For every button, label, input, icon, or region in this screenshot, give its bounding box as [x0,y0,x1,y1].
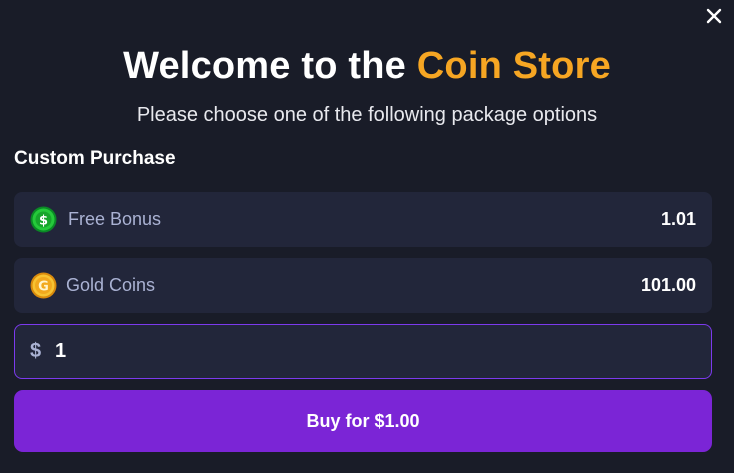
close-icon [706,8,722,24]
title-accent: Coin Store [416,45,611,87]
section-title-custom-purchase: Custom Purchase [14,148,176,169]
amount-field[interactable]: $ [14,324,712,379]
page-title: Welcome to the Coin Store [0,40,734,92]
title-prefix: Welcome to the [123,45,417,87]
svg-text:$: $ [39,214,48,229]
buy-button[interactable]: Buy for $1.00 [14,390,712,452]
package-row-gold-coins: G Gold Coins 101.00 [14,258,712,313]
currency-symbol: $ [30,340,42,362]
sweep-coin-icon: $ [30,206,57,233]
package-value: 1.01 [660,209,696,229]
amount-input[interactable] [55,325,695,377]
gold-coin-icon: G [30,272,57,299]
package-label: Gold Coins [66,275,156,295]
package-value: 101.00 [640,275,696,295]
page-subtitle: Please choose one of the following packa… [136,104,598,126]
coin-store-modal: Welcome to the Coin Store Please choose … [0,0,734,473]
package-label: Free Bonus [68,209,162,229]
close-button[interactable] [704,6,724,26]
svg-text:G: G [38,280,49,295]
package-row-free-bonus: $ Free Bonus 1.01 [14,192,712,247]
